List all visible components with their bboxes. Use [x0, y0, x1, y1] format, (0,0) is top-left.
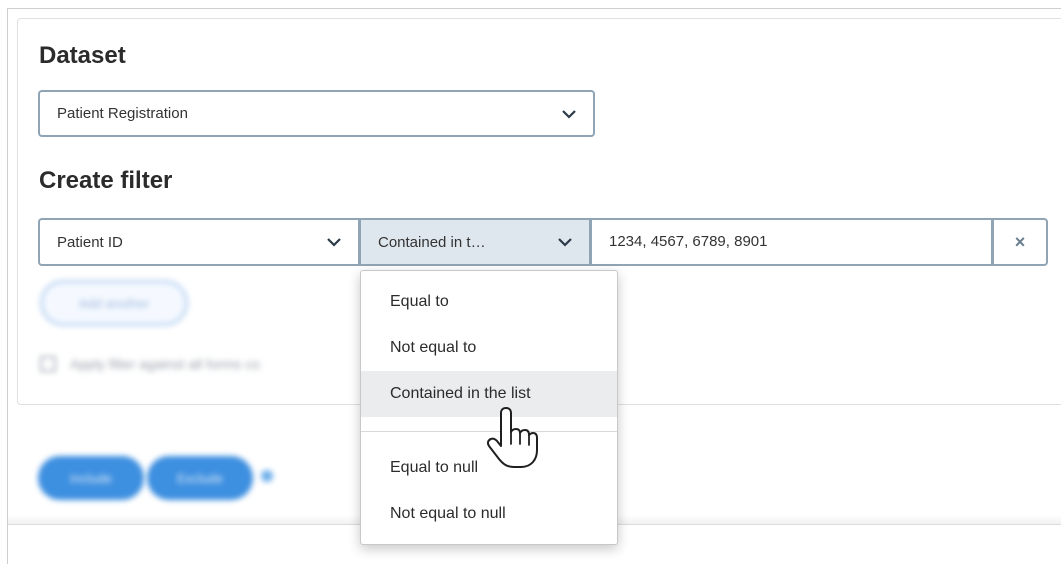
filter-operator-select[interactable]: Contained in t… — [359, 218, 591, 266]
include-label: Include — [70, 470, 112, 486]
dataset-select-label: Patient Registration — [57, 105, 188, 122]
apply-all-forms-label: Apply filter against all forms co — [70, 356, 260, 372]
remove-filter-button[interactable]: × — [992, 218, 1048, 266]
chevron-down-icon — [327, 238, 341, 247]
hand-pointer-cursor-icon — [486, 407, 538, 468]
add-another-button[interactable]: Add another — [40, 280, 188, 326]
include-button[interactable]: Include — [38, 456, 144, 500]
filter-value-input[interactable]: 1234, 4567, 6789, 8901 — [590, 218, 993, 266]
chevron-down-icon — [558, 238, 572, 247]
dataset-heading: Dataset — [39, 42, 126, 69]
chevron-down-icon — [562, 109, 576, 119]
menu-item-not-equal-to-null[interactable]: Not equal to null — [361, 491, 617, 537]
exclude-button[interactable]: Exclude — [147, 456, 253, 500]
menu-item-not-equal-to[interactable]: Not equal to — [361, 325, 617, 371]
filter-field-select[interactable]: Patient ID — [38, 218, 360, 266]
filter-field-label: Patient ID — [57, 233, 123, 251]
checkbox-icon[interactable] — [40, 356, 56, 372]
filter-operator-label: Contained in t… — [378, 233, 486, 251]
info-icon[interactable] — [261, 470, 273, 482]
add-another-label: Add another — [78, 295, 150, 311]
menu-item-equal-to[interactable]: Equal to — [361, 279, 617, 325]
apply-all-forms-option[interactable]: Apply filter against all forms co — [40, 356, 260, 372]
exclude-label: Exclude — [176, 470, 224, 486]
dataset-select[interactable]: Patient Registration — [38, 90, 595, 137]
close-icon: × — [1014, 231, 1026, 252]
create-filter-heading: Create filter — [39, 167, 173, 194]
